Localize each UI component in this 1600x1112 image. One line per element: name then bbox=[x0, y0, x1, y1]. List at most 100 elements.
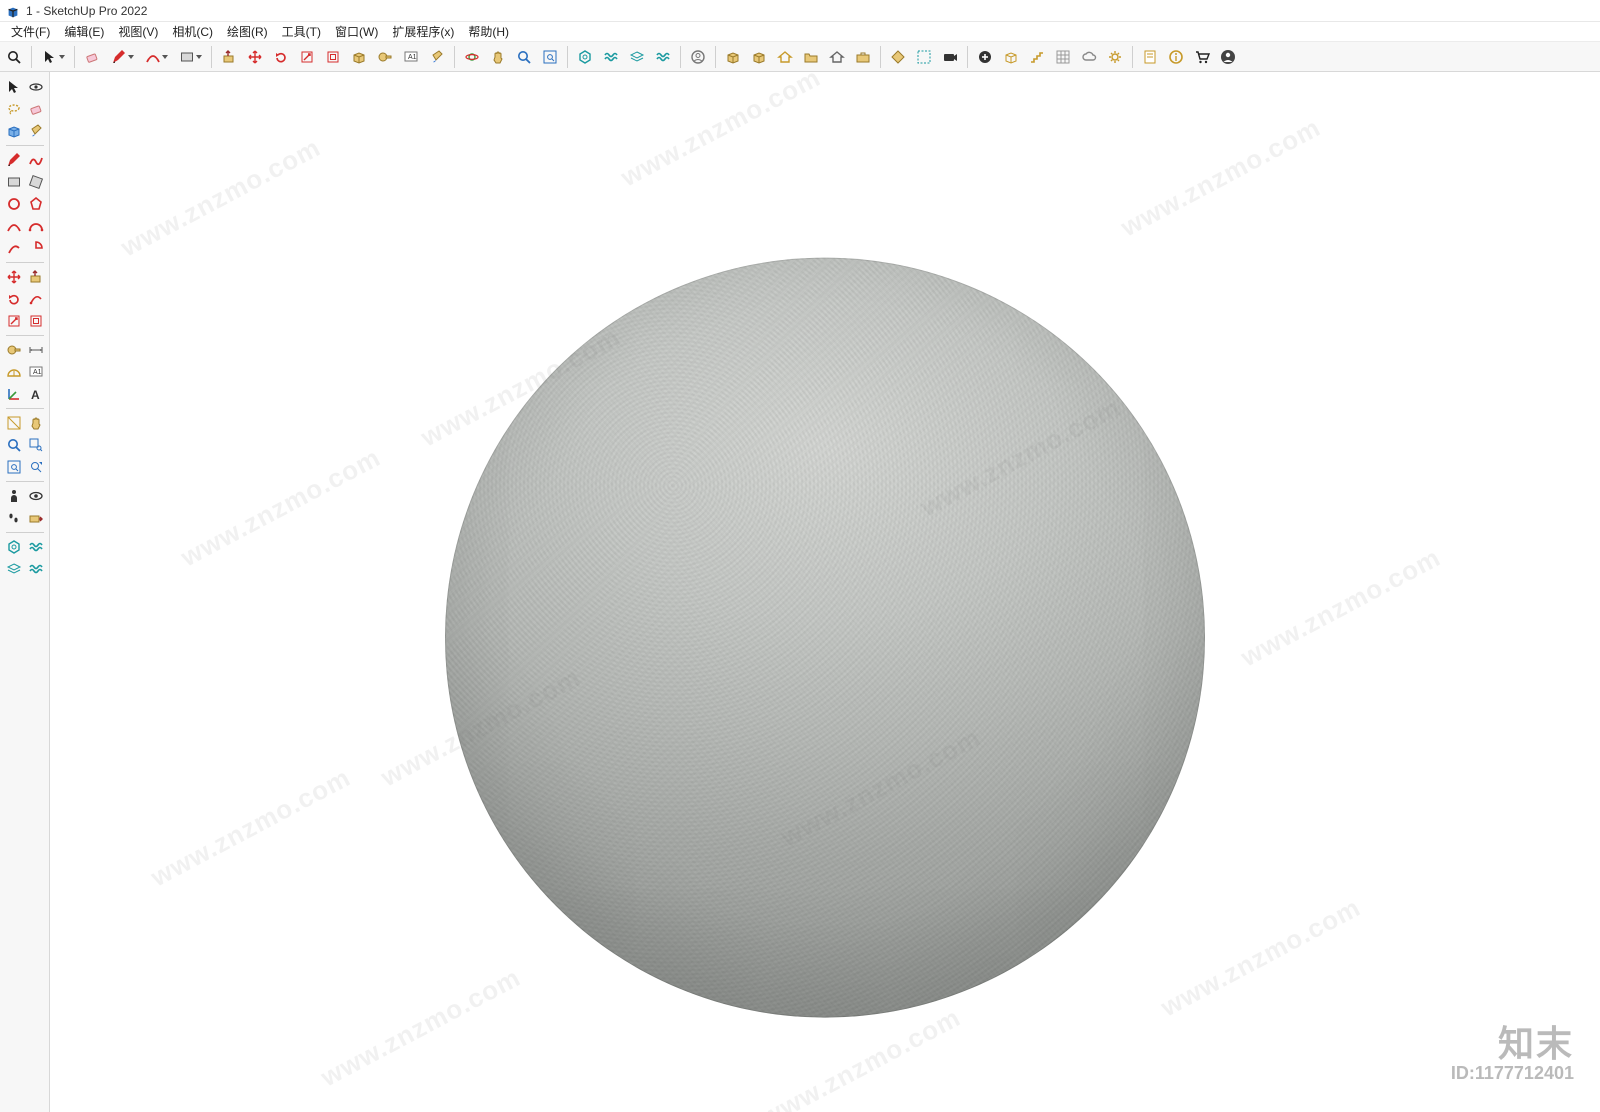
zoom-ext2-icon[interactable] bbox=[3, 456, 25, 478]
add-circle-icon[interactable] bbox=[973, 45, 997, 69]
move-tool-icon[interactable] bbox=[243, 45, 267, 69]
warehouse-icon[interactable] bbox=[886, 45, 910, 69]
orbit-small-icon[interactable] bbox=[25, 76, 47, 98]
ext-wave2-icon[interactable] bbox=[651, 45, 675, 69]
tape2-icon[interactable] bbox=[3, 339, 25, 361]
camera-icon[interactable] bbox=[938, 45, 962, 69]
toolbar-separator bbox=[6, 145, 44, 146]
section-plane-icon[interactable] bbox=[25, 507, 47, 529]
offset2-icon[interactable] bbox=[25, 310, 47, 332]
toolbar-separator bbox=[6, 532, 44, 533]
settings-gear-icon[interactable] bbox=[1103, 45, 1127, 69]
protractor-icon[interactable] bbox=[3, 361, 25, 383]
cloud-icon[interactable] bbox=[1077, 45, 1101, 69]
polygon-icon[interactable] bbox=[25, 193, 47, 215]
text-tool-icon[interactable]: A1 bbox=[399, 45, 423, 69]
zoom-tool-icon[interactable] bbox=[512, 45, 536, 69]
pie-icon[interactable] bbox=[25, 237, 47, 259]
toolbar-separator bbox=[715, 46, 716, 68]
pan-tool-icon[interactable] bbox=[486, 45, 510, 69]
menu-help[interactable]: 帮助(H) bbox=[461, 21, 516, 42]
zoom2-icon[interactable] bbox=[3, 434, 25, 456]
select-tool-icon[interactable] bbox=[37, 45, 69, 69]
eraser2-icon[interactable] bbox=[25, 98, 47, 120]
followme-tool-icon[interactable] bbox=[347, 45, 371, 69]
menu-view[interactable]: 视图(V) bbox=[111, 21, 165, 42]
dim-icon[interactable] bbox=[25, 339, 47, 361]
ext-wave3-icon[interactable] bbox=[25, 536, 47, 558]
arc-b-icon[interactable] bbox=[25, 215, 47, 237]
model-box2-icon[interactable] bbox=[747, 45, 771, 69]
axes-icon[interactable] bbox=[3, 383, 25, 405]
rotate-tool-icon[interactable] bbox=[269, 45, 293, 69]
arc-c-icon[interactable] bbox=[3, 237, 25, 259]
eraser-tool-icon[interactable] bbox=[80, 45, 104, 69]
watermark-faint: www.znzmo.com bbox=[1236, 542, 1446, 673]
zoom-extents-icon[interactable] bbox=[538, 45, 562, 69]
rotate2-icon[interactable] bbox=[3, 288, 25, 310]
tape-tool-icon[interactable] bbox=[373, 45, 397, 69]
pan2-icon[interactable] bbox=[25, 412, 47, 434]
rect-rot-icon[interactable] bbox=[25, 171, 47, 193]
menu-window[interactable]: 窗口(W) bbox=[328, 21, 385, 42]
ext-layers-icon[interactable] bbox=[625, 45, 649, 69]
search-icon[interactable] bbox=[2, 45, 26, 69]
house2-icon[interactable] bbox=[825, 45, 849, 69]
lasso-tool-icon[interactable] bbox=[3, 98, 25, 120]
ext-wave1-icon[interactable] bbox=[599, 45, 623, 69]
cube3d-icon[interactable] bbox=[999, 45, 1023, 69]
ext-wave4-icon[interactable] bbox=[25, 558, 47, 580]
menu-file[interactable]: 文件(F) bbox=[4, 21, 57, 42]
user-circle-icon[interactable] bbox=[686, 45, 710, 69]
3dtext-icon[interactable]: A bbox=[25, 383, 47, 405]
account-icon[interactable] bbox=[1216, 45, 1240, 69]
note-icon[interactable] bbox=[1138, 45, 1162, 69]
viewport[interactable]: www.znzmo.com www.znzmo.com www.znzmo.co… bbox=[50, 72, 1600, 1112]
ext-layers2-icon[interactable] bbox=[3, 558, 25, 580]
stairs-icon[interactable] bbox=[1025, 45, 1049, 69]
svg-text:A: A bbox=[31, 388, 40, 402]
ext-hex2-icon[interactable] bbox=[3, 536, 25, 558]
menu-draw[interactable]: 绘图(R) bbox=[220, 21, 275, 42]
orbit-tool-icon[interactable] bbox=[460, 45, 484, 69]
walk-icon[interactable] bbox=[3, 507, 25, 529]
menu-camera[interactable]: 相机(C) bbox=[165, 21, 220, 42]
line2-icon[interactable] bbox=[3, 149, 25, 171]
freehand-icon[interactable] bbox=[25, 149, 47, 171]
offset-tool-icon[interactable] bbox=[321, 45, 345, 69]
briefcase-icon[interactable] bbox=[851, 45, 875, 69]
grid-icon[interactable] bbox=[1051, 45, 1075, 69]
followme2-icon[interactable] bbox=[25, 288, 47, 310]
model-box-icon[interactable] bbox=[721, 45, 745, 69]
scale2-icon[interactable] bbox=[3, 310, 25, 332]
house1-icon[interactable] bbox=[773, 45, 797, 69]
scale-tool-icon[interactable] bbox=[295, 45, 319, 69]
arc-a-icon[interactable] bbox=[3, 215, 25, 237]
arc-tool-icon[interactable] bbox=[140, 45, 172, 69]
pushpull2-icon[interactable] bbox=[25, 266, 47, 288]
look-around-icon[interactable] bbox=[25, 485, 47, 507]
text2-icon[interactable]: A1 bbox=[25, 361, 47, 383]
paintbucket-tool-icon[interactable] bbox=[425, 45, 449, 69]
menu-edit[interactable]: 编辑(E) bbox=[57, 21, 111, 42]
paint2-icon[interactable] bbox=[25, 120, 47, 142]
cart-icon[interactable] bbox=[1190, 45, 1214, 69]
zoom-prev-icon[interactable] bbox=[25, 456, 47, 478]
line-tool-icon[interactable] bbox=[106, 45, 138, 69]
section-icon[interactable] bbox=[3, 412, 25, 434]
select-box-icon[interactable] bbox=[912, 45, 936, 69]
menu-extensions[interactable]: 扩展程序(x) bbox=[385, 21, 461, 42]
position-cam-icon[interactable] bbox=[3, 485, 25, 507]
circle-icon[interactable] bbox=[3, 193, 25, 215]
pushpull-tool-icon[interactable] bbox=[217, 45, 241, 69]
zoom-win-icon[interactable] bbox=[25, 434, 47, 456]
select-tool-icon[interactable] bbox=[3, 76, 25, 98]
menu-tools[interactable]: 工具(T) bbox=[275, 21, 328, 42]
folder-icon[interactable] bbox=[799, 45, 823, 69]
info-icon[interactable] bbox=[1164, 45, 1188, 69]
ext-hex-icon[interactable] bbox=[573, 45, 597, 69]
component-icon[interactable] bbox=[3, 120, 25, 142]
rectangle-tool-icon[interactable] bbox=[174, 45, 206, 69]
move2-icon[interactable] bbox=[3, 266, 25, 288]
rect2-icon[interactable] bbox=[3, 171, 25, 193]
